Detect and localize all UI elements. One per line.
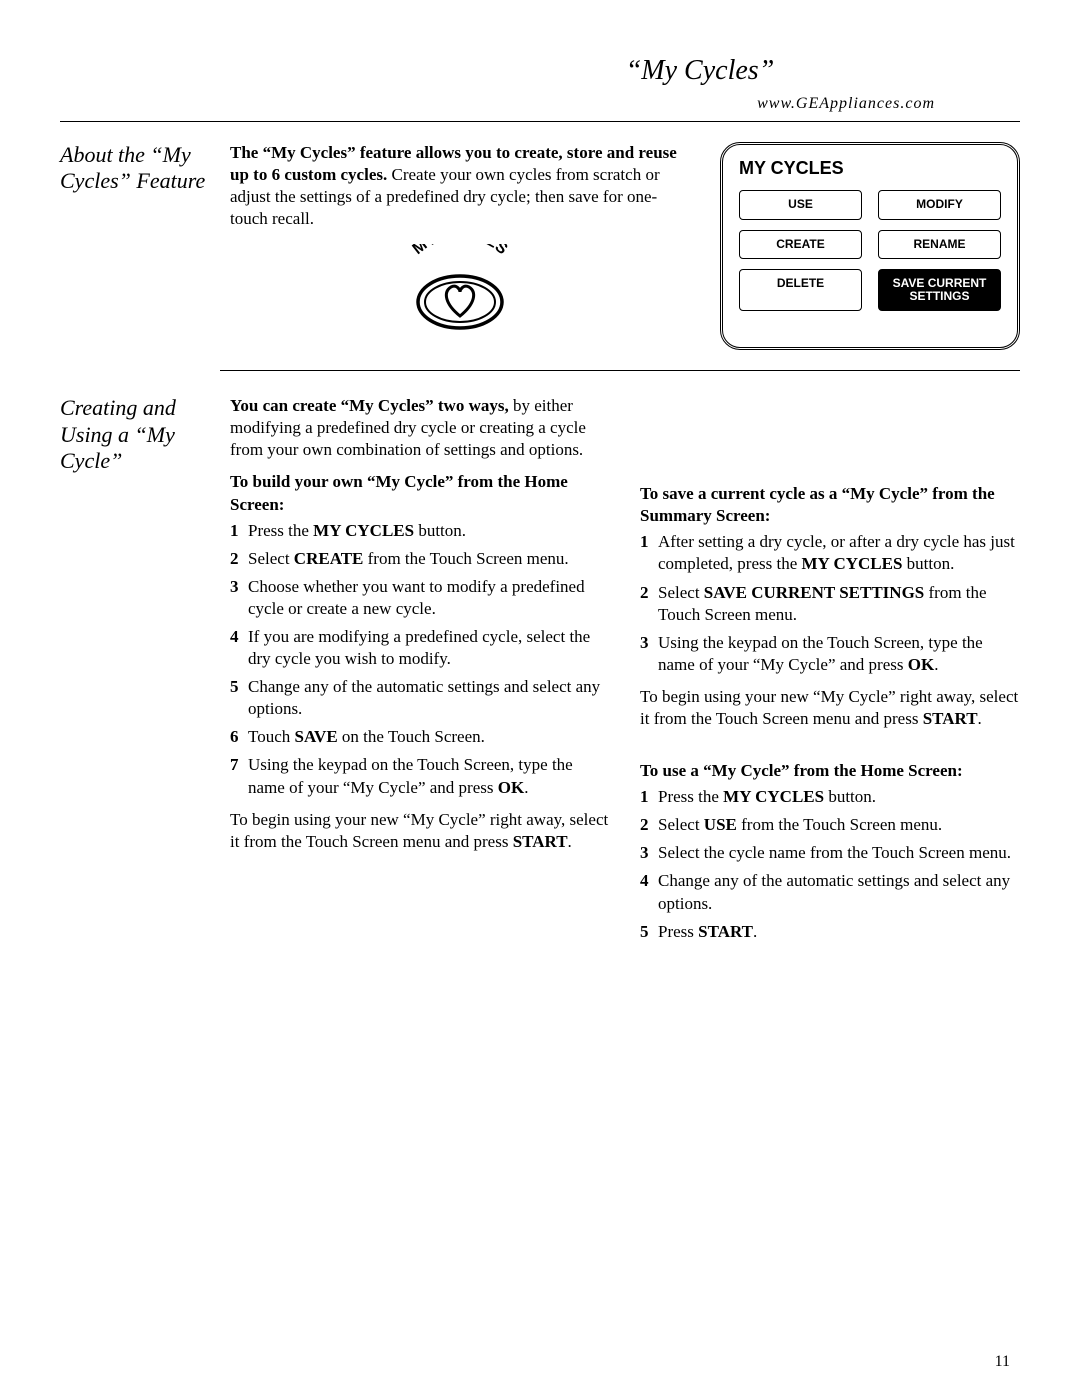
right-col: To save a current cycle as a “My Cycle” …	[640, 395, 1020, 953]
t: Change any of the automatic settings and…	[658, 870, 1020, 914]
t: USE	[704, 815, 737, 834]
right-steps-2: 1Press the MY CYCLES button. 2Select USE…	[640, 786, 1020, 943]
top-rule	[60, 121, 1020, 122]
panel-btn-delete[interactable]: DELETE	[739, 269, 862, 311]
t: .	[934, 655, 938, 674]
t: Press the	[658, 787, 723, 806]
section-about: About the “My Cycles” Feature The “My Cy…	[60, 142, 1020, 350]
panel-btn-create[interactable]: CREATE	[739, 230, 862, 259]
t: OK	[498, 778, 524, 797]
t: START	[698, 922, 753, 941]
panel-btn-use[interactable]: USE	[739, 190, 862, 219]
section-creating: Creating and Using a “My Cycle” You can …	[60, 395, 1020, 953]
t: button.	[824, 787, 876, 806]
left-intro-bold: You can create “My Cycles” two ways,	[230, 396, 509, 415]
panel-title: MY CYCLES	[739, 157, 1001, 180]
mycycles-panel: MY CYCLES USE MODIFY CREATE RENAME DELET…	[720, 142, 1020, 350]
page-title: “My Cycles”	[380, 55, 1020, 87]
right-subhead-2: To use a “My Cycle” from the Home Screen…	[640, 760, 1020, 782]
t: MY CYCLES	[723, 787, 824, 806]
t: Press	[658, 922, 698, 941]
section-heading-about: About the “My Cycles” Feature	[60, 142, 230, 195]
icon-arc-text: MY CYCLES	[410, 244, 511, 258]
t: Change any of the automatic settings and…	[248, 676, 610, 720]
page-number: 11	[995, 1353, 1010, 1371]
t: Select	[658, 583, 704, 602]
t: SAVE	[295, 727, 338, 746]
t: If you are modifying a predefined cycle,…	[248, 626, 610, 670]
t: from the Touch Screen menu.	[363, 549, 568, 568]
t: Choose whether you want to modify a pred…	[248, 576, 610, 620]
t: on the Touch Screen.	[338, 727, 485, 746]
t: .	[978, 709, 982, 728]
svg-text:MY CYCLES: MY CYCLES	[410, 244, 511, 258]
t: MY CYCLES	[313, 521, 414, 540]
right-subhead-1: To save a current cycle as a “My Cycle” …	[640, 483, 1020, 527]
t: .	[568, 832, 572, 851]
url-text: www.GEAppliances.com	[60, 95, 1020, 113]
t: START	[513, 832, 568, 851]
t: Select	[248, 549, 294, 568]
panel-col: MY CYCLES USE MODIFY CREATE RENAME DELET…	[720, 142, 1020, 350]
t: from the Touch Screen menu.	[737, 815, 942, 834]
t: SAVE CURRENT SETTINGS	[704, 583, 924, 602]
t: button.	[414, 521, 466, 540]
panel-btn-modify[interactable]: MODIFY	[878, 190, 1001, 219]
about-text-col: The “My Cycles” feature allows you to cr…	[230, 142, 690, 350]
t: .	[753, 922, 757, 941]
mid-rule	[220, 370, 1020, 371]
panel-btn-rename[interactable]: RENAME	[878, 230, 1001, 259]
t: button.	[902, 554, 954, 573]
left-subhead: To build your own “My Cycle” from the Ho…	[230, 471, 610, 515]
left-col: You can create “My Cycles” two ways, by …	[230, 395, 610, 953]
t: Press the	[248, 521, 313, 540]
t: OK	[908, 655, 934, 674]
panel-btn-save-current[interactable]: SAVE CURRENT SETTINGS	[878, 269, 1001, 311]
t: Select the cycle name from the Touch Scr…	[658, 842, 1020, 864]
mycycles-icon-wrap: MY CYCLES	[230, 244, 690, 340]
left-steps: 1Press the MY CYCLES button. 2Select CRE…	[230, 520, 610, 799]
t: START	[923, 709, 978, 728]
t: Select	[658, 815, 704, 834]
section-heading-creating: Creating and Using a “My Cycle”	[60, 395, 230, 474]
t: .	[524, 778, 528, 797]
t: CREATE	[294, 549, 364, 568]
t: MY CYCLES	[802, 554, 903, 573]
right-steps-1: 1After setting a dry cycle, or after a d…	[640, 531, 1020, 676]
mycycles-heart-icon: MY CYCLES	[385, 244, 535, 334]
t: Touch	[248, 727, 295, 746]
